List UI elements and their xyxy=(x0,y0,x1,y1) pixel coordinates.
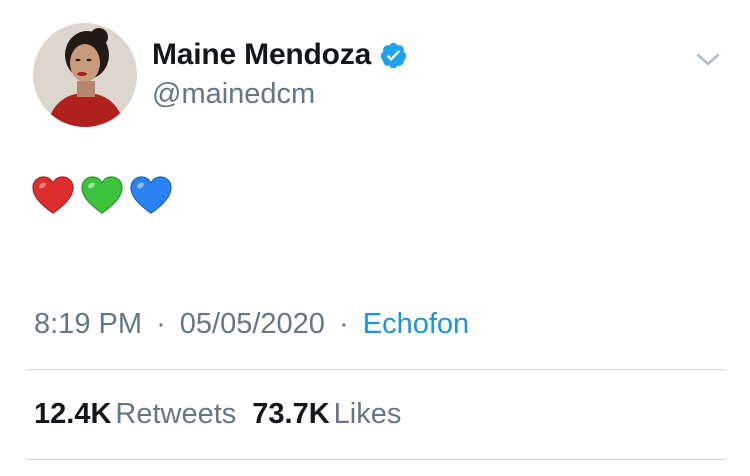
tweet-card: Maine Mendoza @mainedcm 8:19 PM · 05/05/… xyxy=(0,0,750,476)
tweet-stats: 12.4K Retweets 73.7K Likes xyxy=(34,398,401,431)
tweet-date[interactable]: 05/05/2020 xyxy=(180,308,325,340)
author-name[interactable]: Maine Mendoza xyxy=(152,38,408,72)
divider xyxy=(27,369,725,370)
avatar[interactable] xyxy=(33,23,137,127)
author-handle[interactable]: @mainedcm xyxy=(152,78,315,111)
tweet-text xyxy=(30,173,174,219)
likes-label: Likes xyxy=(333,398,402,430)
display-name-text: Maine Mendoza xyxy=(152,38,372,71)
meta-separator: · xyxy=(339,308,349,340)
likes-stat[interactable]: 73.7K Likes xyxy=(252,398,401,431)
divider xyxy=(27,459,725,460)
likes-count: 73.7K xyxy=(252,398,330,430)
verified-badge-icon xyxy=(380,42,407,68)
tweet-meta: 8:19 PM · 05/05/2020 · Echofon xyxy=(34,308,469,341)
retweets-count: 12.4K xyxy=(34,398,112,430)
blue-heart-icon xyxy=(130,176,172,214)
retweets-label: Retweets xyxy=(115,398,237,430)
red-heart-icon xyxy=(32,176,74,214)
avatar-photo xyxy=(33,23,137,127)
tweet-time[interactable]: 8:19 PM xyxy=(34,308,142,340)
meta-separator: · xyxy=(156,308,166,340)
chevron-down-icon[interactable] xyxy=(693,48,723,72)
retweets-stat[interactable]: 12.4K Retweets xyxy=(34,398,236,431)
green-heart-icon xyxy=(81,176,123,214)
tweet-source-link[interactable]: Echofon xyxy=(363,308,469,340)
